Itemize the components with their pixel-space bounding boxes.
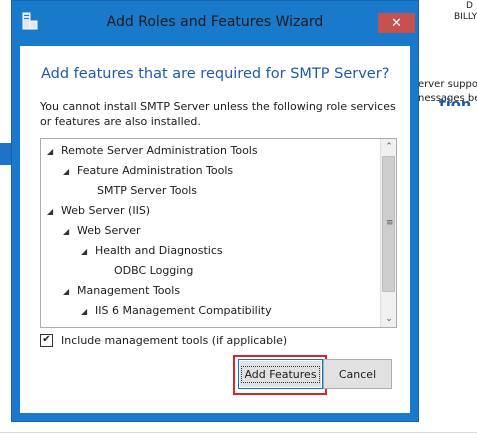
include-management-tools-label[interactable]: Include management tools (if applicable) [61, 334, 287, 347]
background-user-name: BILLY [454, 12, 477, 22]
expander-icon[interactable]: ◢ [81, 242, 95, 262]
background-heading: tion [439, 97, 472, 106]
background-line: erver suppo [418, 79, 477, 90]
add-features-button[interactable]: Add Features [238, 359, 323, 389]
expander-icon[interactable]: ◢ [63, 282, 77, 302]
tree-item-label: Web Server (IIS) [61, 204, 151, 217]
tree-item-label: SMTP Server Tools [97, 184, 197, 197]
tree-item[interactable]: SMTP Server Tools [97, 181, 197, 201]
scrollbar-thumb[interactable]: ≡ [382, 156, 395, 292]
checkmark-icon: ✔ [42, 334, 51, 345]
required-features-tree[interactable]: ◢ Remote Server Administration Tools ◢ Fea… [40, 138, 397, 328]
background-window-header: D BILLY [432, 0, 477, 30]
expander-icon[interactable]: ◢ [63, 162, 77, 182]
dialog-title: Add Roles and Features Wizard [106, 14, 324, 30]
tree-item[interactable]: ◢ Health and Diagnostics [81, 241, 223, 261]
dialog-heading: Add features that are required for SMTP … [41, 66, 390, 82]
close-icon: ✕ [391, 15, 402, 31]
tree-item-label: Health and Diagnostics [95, 244, 223, 257]
tree-item[interactable]: ◢ Remote Server Administration Tools [47, 141, 258, 161]
scroll-up-icon[interactable]: ⌃ [381, 139, 397, 155]
tree-item-label: Management Tools [77, 284, 181, 297]
cancel-button[interactable]: Cancel [323, 359, 392, 389]
background-divider [0, 432, 477, 433]
expander-icon[interactable]: ◢ [47, 202, 61, 222]
dialog-client-area: Add features that are required for SMTP … [20, 46, 410, 413]
expander-icon[interactable]: ◢ [63, 222, 77, 242]
expander-icon[interactable]: ◢ [81, 302, 95, 322]
cancel-label: Cancel [338, 367, 377, 381]
tree-item[interactable]: ◢ Management Tools [63, 281, 180, 301]
grip-icon: ≡ [386, 218, 394, 228]
tree-item[interactable]: ◢ Feature Administration Tools [63, 161, 233, 181]
tree-item-label: Web Server [77, 224, 141, 237]
dialog-titlebar[interactable]: Add Roles and Features Wizard ✕ [12, 1, 418, 39]
tree-item[interactable]: ◢ Web Server [63, 221, 141, 241]
tree-item-label: Feature Administration Tools [77, 164, 234, 177]
tree-item-label: ODBC Logging [114, 264, 194, 277]
include-management-tools-option[interactable]: ✔ Include management tools (if applicabl… [40, 332, 287, 348]
close-button[interactable]: ✕ [378, 13, 415, 33]
add-roles-features-dialog: Add Roles and Features Wizard ✕ Add feat… [11, 0, 419, 422]
background-text: D [466, 1, 473, 11]
scroll-down-icon[interactable]: ⌄ [381, 311, 397, 327]
tree-scrollbar[interactable]: ⌃ ≡ ⌄ [380, 139, 396, 327]
add-features-label: Add Features [241, 365, 320, 383]
tree-item[interactable]: ◢ IIS 6 Management Compatibility [81, 301, 272, 321]
tree-item-label: IIS 6 Management Compatibility [95, 304, 272, 317]
background-description: tion erver suppo nessages be [418, 78, 477, 106]
include-management-tools-checkbox[interactable]: ✔ [40, 333, 53, 347]
expander-icon[interactable]: ◢ [47, 142, 61, 162]
tree-item-label: Remote Server Administration Tools [61, 144, 258, 157]
tree-item[interactable]: ODBC Logging [114, 261, 193, 281]
background-selection-bar [0, 143, 11, 165]
dialog-description: You cannot install SMTP Server unless th… [40, 100, 396, 128]
tree-item[interactable]: ◢ Web Server (IIS) [47, 201, 150, 221]
